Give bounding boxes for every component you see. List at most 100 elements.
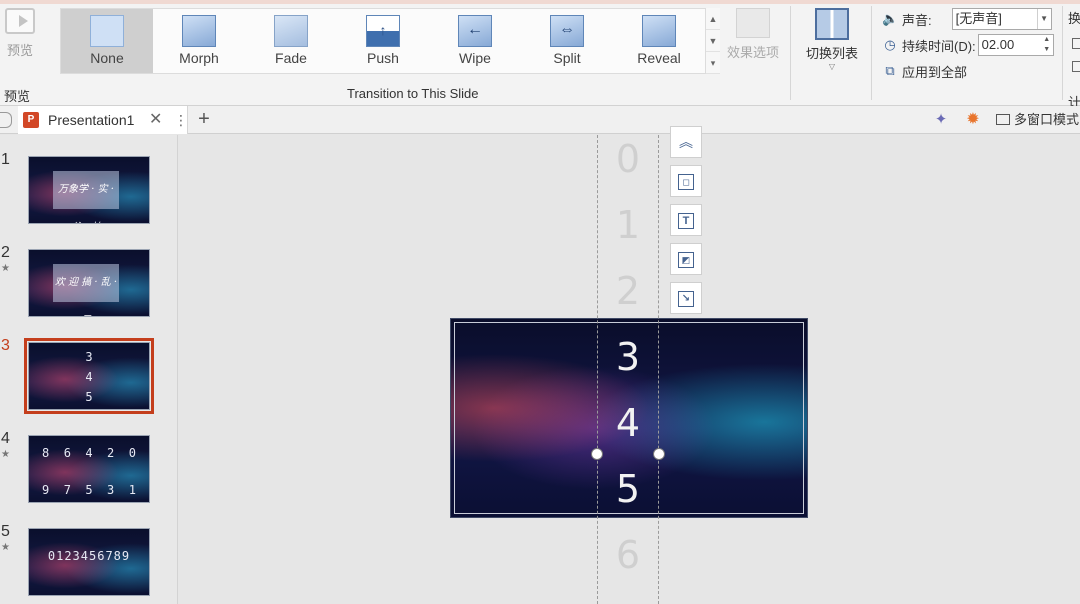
transition-wipe[interactable]: ← Wipe bbox=[429, 9, 521, 73]
timing-group: 🔈 声音: [无声音] ▼ ◷ 持续时间(D): 02.00 ▲ ▼ ⧉ 应用到全… bbox=[882, 6, 1067, 84]
effect-options-button[interactable]: 效果选项 bbox=[722, 8, 784, 88]
transition-none[interactable]: None bbox=[61, 9, 153, 73]
effect-options-label: 效果选项 bbox=[726, 45, 779, 60]
chevron-down-icon: ▼ bbox=[1036, 9, 1051, 29]
duration-row: ◷ 持续时间(D): 02.00 ▲ ▼ bbox=[882, 32, 1067, 58]
duration-input[interactable]: 02.00 ▲ ▼ bbox=[977, 34, 1054, 56]
animation-star-icon: ★ bbox=[1, 542, 10, 553]
gallery-scroll: ▲ ▼ ▾ bbox=[705, 8, 720, 74]
transition-reveal[interactable]: Reveal bbox=[613, 9, 705, 73]
resize-handle-right[interactable] bbox=[653, 448, 665, 460]
preview-button-label: 预览 bbox=[6, 43, 33, 58]
spinner-icon[interactable]: ▲ ▼ bbox=[1041, 35, 1053, 55]
text-box-icon[interactable]: T bbox=[670, 204, 702, 236]
offslide-digit: 6 bbox=[615, 533, 641, 577]
close-icon[interactable]: ✕ bbox=[149, 106, 162, 134]
transition-push[interactable]: ↑ Push bbox=[337, 9, 429, 73]
thumbnail-digits-bottom: 9 7 5 3 1 bbox=[42, 483, 136, 497]
transition-fade[interactable]: Fade bbox=[245, 9, 337, 73]
switch-list-button[interactable]: 切换列表 ▽ bbox=[800, 8, 864, 88]
apply-all-label: 应用到全部 bbox=[902, 64, 968, 80]
transition-split[interactable]: ⇔ Split bbox=[521, 9, 613, 73]
sound-select[interactable]: [无声音] ▼ bbox=[951, 8, 1052, 30]
push-transition-icon: ↑ bbox=[366, 15, 400, 47]
gear-icon[interactable]: ✹ bbox=[962, 106, 984, 134]
transition-label: None bbox=[90, 50, 124, 66]
tab-presentation1[interactable]: P Presentation1 ✕ ⋮ bbox=[18, 106, 188, 134]
more-options-icon[interactable]: ⋮ bbox=[174, 106, 188, 134]
crop-resize-icon[interactable]: ↘ bbox=[670, 282, 702, 314]
slide-thumbnail-2[interactable]: 欢 迎 搞 · 乱 · 子 bbox=[28, 249, 150, 317]
new-tab-button[interactable]: + bbox=[192, 106, 216, 134]
multi-window-button[interactable]: 多窗口模式 bbox=[996, 106, 1080, 134]
slide-digit[interactable]: 4 bbox=[597, 401, 659, 445]
clock-icon: ◷ bbox=[884, 37, 896, 52]
slide-number: 2 bbox=[1, 244, 10, 261]
floating-toolbar: ︽ ◻ T ◩ ↘ bbox=[670, 126, 702, 321]
slide-thumbnail-1[interactable]: 万象学 · 实 · 谷 · 林 bbox=[28, 156, 150, 224]
thumbnail-digits-top: 8 6 4 2 0 bbox=[42, 446, 136, 460]
offslide-digit: 0 bbox=[615, 137, 641, 181]
transition-label: Morph bbox=[179, 50, 219, 66]
transition-morph[interactable]: Morph bbox=[153, 9, 245, 73]
magic-wand-icon[interactable]: ✦ bbox=[930, 106, 952, 134]
ribbon: 预览 预览 None Morph Fade ↑ Push ← Wipe ⇔ Sp… bbox=[0, 0, 1080, 110]
resize-handle-left[interactable] bbox=[591, 448, 603, 460]
fade-transition-icon bbox=[274, 15, 308, 47]
none-transition-icon bbox=[90, 15, 124, 47]
sound-label: 声音: bbox=[902, 12, 932, 28]
checkbox[interactable] bbox=[1072, 61, 1080, 72]
sound-value: [无声音] bbox=[955, 11, 1002, 26]
preview-icon bbox=[5, 8, 35, 34]
transition-label: Push bbox=[367, 50, 399, 66]
tab-title: Presentation1 bbox=[48, 112, 135, 128]
slide-thumbnail-4[interactable]: 8 6 4 2 0 9 7 5 3 1 bbox=[28, 435, 150, 503]
slide-number: 5 bbox=[1, 523, 10, 540]
gallery-down-button[interactable]: ▼ bbox=[706, 30, 720, 52]
slide-digit[interactable]: 5 bbox=[597, 467, 659, 511]
window-icon bbox=[996, 114, 1010, 125]
transition-label: Reveal bbox=[637, 50, 681, 66]
speaker-icon: 🔈 bbox=[882, 11, 899, 26]
apply-all-button[interactable]: ⧉ 应用到全部 bbox=[882, 58, 1067, 84]
slide-number: 4 bbox=[1, 430, 10, 447]
effect-options-icon bbox=[736, 8, 770, 38]
apply-all-icon: ⧉ bbox=[885, 63, 895, 78]
preview-button[interactable]: 预览 bbox=[0, 8, 40, 68]
ribbon-separator bbox=[790, 6, 791, 100]
wipe-transition-icon: ← bbox=[458, 15, 492, 47]
slide-thumbnail-3[interactable]: 3 4 5 bbox=[24, 338, 154, 414]
align-center-icon[interactable]: ◻ bbox=[670, 165, 702, 197]
switch-list-label: 切换列表 bbox=[805, 46, 858, 61]
transition-group-label: Transition to This Slide bbox=[347, 86, 479, 101]
duration-label: 持续时间(D): bbox=[902, 38, 976, 54]
slide-thumbnail-5[interactable]: 0123456789 bbox=[28, 528, 150, 596]
slide-digit[interactable]: 3 bbox=[597, 335, 659, 379]
transition-gallery: None Morph Fade ↑ Push ← Wipe ⇔ Split Re… bbox=[60, 8, 720, 74]
checkbox[interactable] bbox=[1072, 38, 1080, 49]
tab-scroll-stub[interactable] bbox=[0, 112, 12, 128]
chevron-down-icon: ▽ bbox=[828, 62, 836, 71]
sound-row: 🔈 声音: [无声音] ▼ bbox=[882, 6, 1067, 32]
duration-value: 02.00 bbox=[981, 37, 1015, 52]
thumbnail-text: 欢 迎 搞 · 乱 · 子 bbox=[53, 264, 119, 316]
reveal-transition-icon bbox=[642, 15, 676, 47]
switch-list-icon bbox=[815, 8, 849, 40]
preview-group-label: 预览 bbox=[4, 89, 31, 104]
ribbon-accent-line bbox=[0, 0, 1080, 4]
offslide-digit: 1 bbox=[615, 203, 641, 247]
collapse-up-icon[interactable]: ︽ bbox=[670, 126, 702, 158]
selection-guide-right bbox=[658, 135, 659, 604]
gallery-more-button[interactable]: ▾ bbox=[706, 52, 720, 74]
thumbnail-digits: 3 4 5 bbox=[85, 350, 93, 404]
gallery-up-button[interactable]: ▲ bbox=[706, 8, 720, 30]
selection-guide-left bbox=[597, 135, 598, 604]
slide-thumbnail-pane: 1 万象学 · 实 · 谷 · 林 2 ★ 欢 迎 搞 · 乱 · 子 3 3 … bbox=[0, 135, 178, 604]
animation-star-icon: ★ bbox=[1, 449, 10, 460]
arrange-layers-icon[interactable]: ◩ bbox=[670, 243, 702, 275]
slide-editing-canvas[interactable]: 0 1 2 3 4 5 6 ︽ ◻ T ◩ ↘ bbox=[179, 126, 1080, 604]
clipped-ribbon-group: 换 计 bbox=[1068, 8, 1080, 111]
morph-transition-icon bbox=[182, 15, 216, 47]
transition-label: Wipe bbox=[459, 50, 491, 66]
slide-number-active: 3 bbox=[1, 337, 10, 354]
